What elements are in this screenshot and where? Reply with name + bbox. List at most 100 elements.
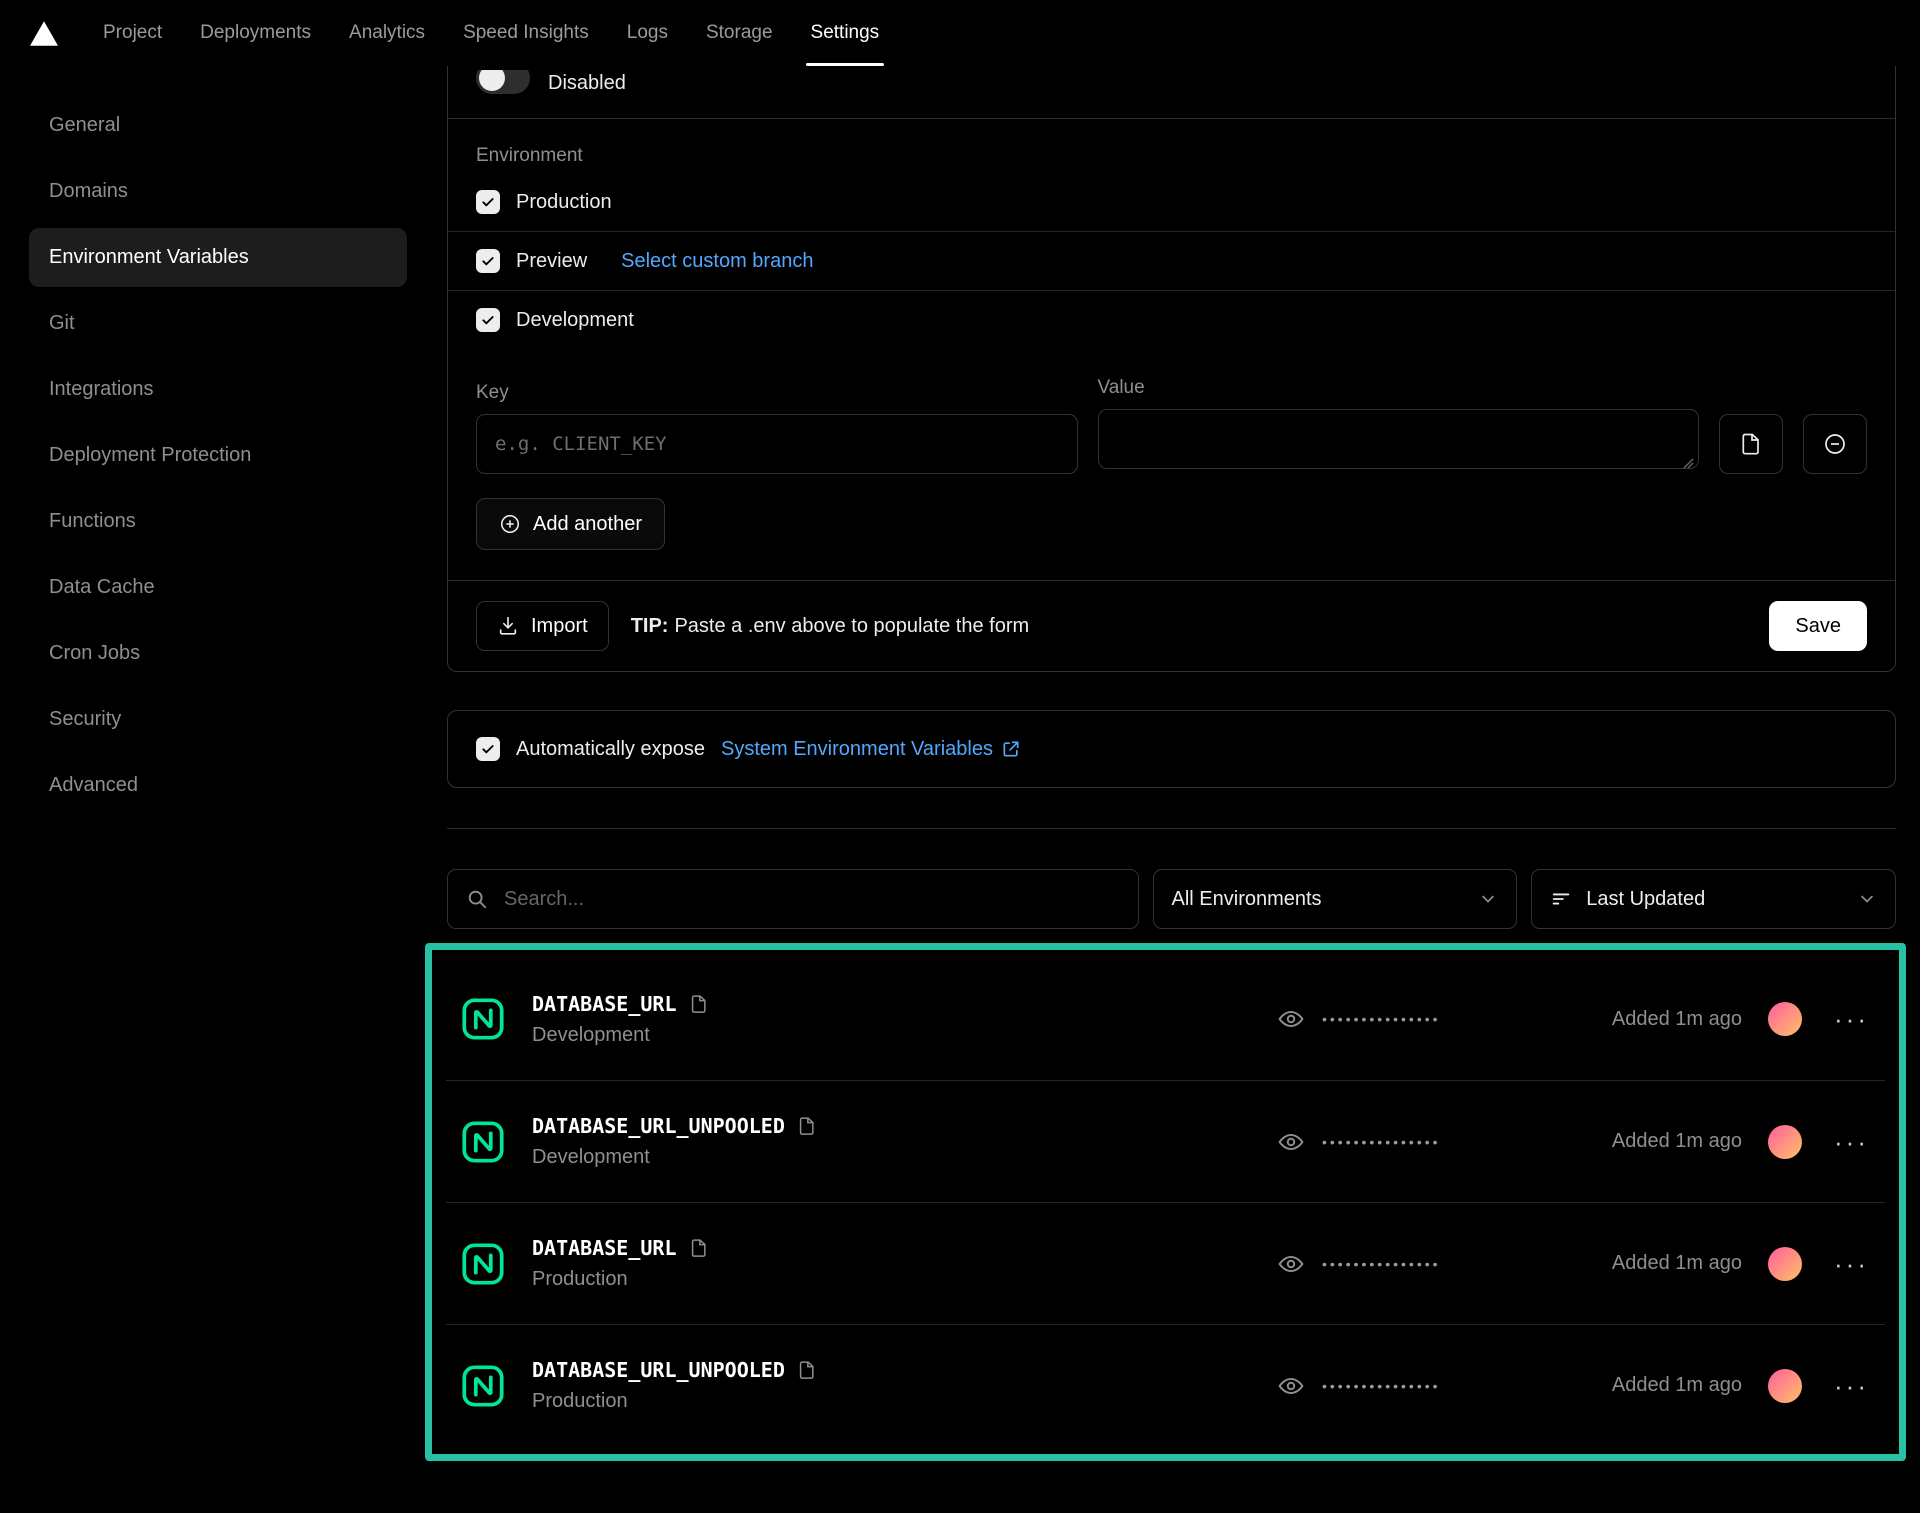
top-nav-tabs: Project Deployments Analytics Speed Insi…	[84, 0, 898, 66]
tab-storage[interactable]: Storage	[687, 0, 792, 66]
tab-logs[interactable]: Logs	[608, 0, 687, 66]
tab-label: Deployments	[200, 22, 311, 44]
plus-circle-icon	[499, 513, 521, 535]
sort-dropdown[interactable]: Last Updated	[1531, 869, 1896, 929]
avatar	[1768, 1369, 1802, 1403]
main-content: Disabled Environment Production Preview …	[447, 66, 1920, 1461]
environment-filter-dropdown[interactable]: All Environments	[1153, 869, 1518, 929]
row-menu-button[interactable]: ···	[1832, 1002, 1871, 1036]
sidebar-item-deployment-protection[interactable]: Deployment Protection	[29, 426, 407, 485]
tab-label: Project	[103, 22, 162, 44]
neon-logo-icon	[460, 996, 506, 1042]
env-var-name-block: DATABASE_URL_UNPOOLED Production	[532, 1358, 1278, 1413]
key-value-section: Key Value	[448, 349, 1895, 474]
env-var-row: DATABASE_URL Production ••••••••••••••• …	[446, 1202, 1885, 1324]
sort-icon	[1550, 888, 1572, 910]
download-icon	[497, 615, 519, 637]
note-icon	[689, 1238, 709, 1258]
development-label: Development	[516, 309, 634, 332]
toggle-knob	[479, 70, 505, 91]
import-row: Import TIP:Paste a .env above to populat…	[448, 580, 1895, 671]
development-checkbox[interactable]	[476, 308, 500, 332]
paste-env-button[interactable]	[1719, 414, 1783, 474]
settings-sidebar: General Domains Environment Variables Gi…	[0, 66, 447, 822]
env-var-environment: Development	[532, 1024, 1278, 1047]
env-var-row: DATABASE_URL Development •••••••••••••••…	[446, 958, 1885, 1080]
select-custom-branch-link[interactable]: Select custom branch	[621, 250, 813, 273]
add-another-label: Add another	[533, 513, 642, 536]
neon-logo-icon	[460, 1119, 506, 1165]
sidebar-item-general[interactable]: General	[29, 96, 407, 155]
highlight-box: DATABASE_URL Development •••••••••••••••…	[425, 943, 1906, 1461]
system-env-vars-link[interactable]: System Environment Variables	[721, 738, 1021, 761]
key-label: Key	[476, 382, 1078, 404]
tab-analytics[interactable]: Analytics	[330, 0, 444, 66]
avatar	[1768, 1125, 1802, 1159]
env-var-value: •••••••••••••••	[1278, 1129, 1612, 1155]
env-var-environment: Production	[532, 1390, 1278, 1413]
key-input[interactable]	[476, 414, 1078, 474]
sidebar-item-domains[interactable]: Domains	[29, 162, 407, 221]
sidebar-item-cron-jobs[interactable]: Cron Jobs	[29, 624, 407, 683]
save-button[interactable]: Save	[1769, 601, 1867, 651]
row-menu-button[interactable]: ···	[1832, 1125, 1871, 1159]
resize-handle-icon[interactable]	[1682, 457, 1694, 469]
tab-deployments[interactable]: Deployments	[181, 0, 330, 66]
disabled-toggle-row: Disabled	[448, 66, 1895, 118]
env-var-name: DATABASE_URL_UNPOOLED	[532, 1114, 785, 1138]
preview-label: Preview	[516, 250, 587, 273]
sidebar-item-environment-variables[interactable]: Environment Variables	[29, 228, 407, 287]
masked-value: •••••••••••••••	[1322, 1011, 1441, 1027]
tip-label: TIP:	[631, 615, 669, 637]
sidebar-item-security[interactable]: Security	[29, 690, 407, 749]
top-nav: Project Deployments Analytics Speed Insi…	[0, 0, 1920, 66]
reveal-value-button[interactable]	[1278, 1006, 1304, 1032]
expose-text: Automatically expose	[516, 738, 705, 761]
tab-project[interactable]: Project	[84, 0, 181, 66]
neon-logo-icon	[460, 1363, 506, 1409]
row-menu-button[interactable]: ···	[1832, 1369, 1871, 1403]
remove-row-button[interactable]	[1803, 414, 1867, 474]
env-var-name-block: DATABASE_URL_UNPOOLED Development	[532, 1114, 1278, 1169]
sidebar-item-git[interactable]: Git	[29, 294, 407, 353]
search-input[interactable]	[502, 887, 1120, 912]
preview-checkbox[interactable]	[476, 249, 500, 273]
production-checkbox[interactable]	[476, 190, 500, 214]
tab-speed-insights[interactable]: Speed Insights	[444, 0, 608, 66]
sidebar-item-advanced[interactable]: Advanced	[29, 756, 407, 815]
reveal-value-button[interactable]	[1278, 1373, 1304, 1399]
note-icon	[797, 1116, 817, 1136]
import-button[interactable]: Import	[476, 601, 609, 651]
production-label: Production	[516, 191, 612, 214]
added-timestamp: Added 1m ago	[1612, 1252, 1742, 1275]
note-icon	[689, 994, 709, 1014]
env-var-name: DATABASE_URL_UNPOOLED	[532, 1358, 785, 1382]
masked-value: •••••••••••••••	[1322, 1134, 1441, 1150]
env-var-row: DATABASE_URL_UNPOOLED Development ••••••…	[446, 1080, 1885, 1202]
tab-label: Storage	[706, 22, 773, 44]
add-another-button[interactable]: Add another	[476, 498, 665, 550]
sidebar-item-integrations[interactable]: Integrations	[29, 360, 407, 419]
avatar	[1768, 1002, 1802, 1036]
row-menu-button[interactable]: ···	[1832, 1247, 1871, 1281]
sidebar-item-data-cache[interactable]: Data Cache	[29, 558, 407, 617]
tab-settings[interactable]: Settings	[792, 0, 899, 66]
env-var-value: •••••••••••••••	[1278, 1251, 1612, 1277]
value-input[interactable]	[1098, 409, 1700, 469]
system-env-vars-link-label: System Environment Variables	[721, 738, 993, 761]
expose-system-env-checkbox[interactable]	[476, 737, 500, 761]
import-label: Import	[531, 615, 588, 638]
added-timestamp: Added 1m ago	[1612, 1374, 1742, 1397]
sidebar-item-functions[interactable]: Functions	[29, 492, 407, 551]
tab-label: Analytics	[349, 22, 425, 44]
chevron-down-icon	[1857, 889, 1877, 909]
vercel-logo-icon[interactable]	[30, 21, 58, 46]
disabled-toggle[interactable]	[476, 70, 530, 94]
reveal-value-button[interactable]	[1278, 1129, 1304, 1155]
sort-value: Last Updated	[1586, 888, 1705, 911]
reveal-value-button[interactable]	[1278, 1251, 1304, 1277]
search-box	[447, 869, 1139, 929]
added-timestamp: Added 1m ago	[1612, 1130, 1742, 1153]
chevron-down-icon	[1478, 889, 1498, 909]
env-var-value: •••••••••••••••	[1278, 1373, 1612, 1399]
